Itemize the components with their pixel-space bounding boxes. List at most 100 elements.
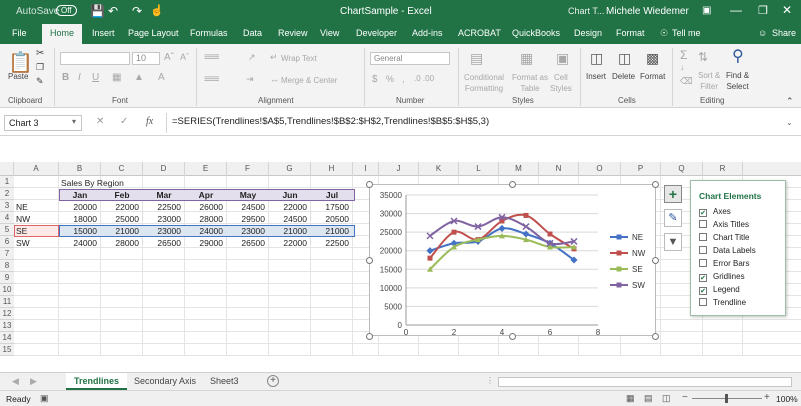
chart[interactable]: 0 5000 10000 15000 20000 25000 30000 35000 0 2 4 6 8… xyxy=(369,184,656,337)
column-header[interactable]: P xyxy=(621,162,661,176)
chart-element-option[interactable]: Data Labels xyxy=(699,246,756,255)
align-top-icon[interactable]: ≡≡≡ xyxy=(204,52,219,63)
select-all-corner[interactable] xyxy=(0,162,14,176)
collapse-ribbon-icon[interactable]: ⌃ xyxy=(786,96,794,107)
align-left-icon[interactable]: ≡≡≡ xyxy=(204,74,219,85)
autosave-toggle[interactable]: Off xyxy=(56,5,77,16)
header-cell[interactable]: Apr xyxy=(185,189,227,201)
paste-button[interactable]: Paste xyxy=(8,72,28,81)
grow-font-icon[interactable]: Aˆ xyxy=(164,52,174,63)
tab-page-layout[interactable]: Page Layout xyxy=(128,28,179,38)
chart-element-option[interactable]: Axis Titles xyxy=(699,220,749,229)
italic-icon[interactable]: I xyxy=(78,72,81,83)
row-header[interactable]: 5 xyxy=(0,224,14,236)
value-cell[interactable]: 25000 xyxy=(101,213,141,225)
checkbox[interactable]: ✔ xyxy=(699,274,707,282)
resize-handle[interactable] xyxy=(509,333,516,340)
value-cell[interactable]: 21000 xyxy=(311,225,351,237)
merge-center-button[interactable]: Merge & Center xyxy=(281,76,337,85)
format-cells-icon[interactable]: ▩ xyxy=(646,50,659,67)
indent-icon[interactable]: ⇥ xyxy=(246,74,254,85)
chart-element-option[interactable]: Chart Title xyxy=(699,233,749,242)
row-header[interactable]: 8 xyxy=(0,260,14,272)
row-header[interactable]: 12 xyxy=(0,308,14,320)
user-name[interactable]: Michele Wiedemer xyxy=(606,6,689,17)
find-select-icon[interactable]: ⚲ xyxy=(732,46,744,66)
format-cells-button[interactable]: Format xyxy=(640,72,665,81)
underline-icon[interactable]: U xyxy=(92,72,99,83)
redo-icon[interactable]: ↷ xyxy=(132,4,142,18)
resize-handle[interactable] xyxy=(652,181,659,188)
value-cell[interactable]: 28000 xyxy=(101,237,141,249)
value-cell[interactable]: 22000 xyxy=(101,201,141,213)
tab-data[interactable]: Data xyxy=(243,28,262,38)
value-cell[interactable]: 29000 xyxy=(185,237,225,249)
header-cell[interactable]: Feb xyxy=(101,189,143,201)
name-box[interactable]: Chart 3 xyxy=(4,115,82,131)
tab-acrobat[interactable]: ACROBAT xyxy=(458,28,501,38)
insert-cells-icon[interactable]: ◫ xyxy=(590,50,603,67)
checkbox[interactable]: ✔ xyxy=(699,287,707,295)
checkbox[interactable] xyxy=(699,298,707,306)
value-cell[interactable]: 21000 xyxy=(269,225,309,237)
value-cell[interactable]: 28000 xyxy=(185,213,225,225)
cancel-icon[interactable]: ✕ xyxy=(96,116,104,127)
value-cell[interactable]: 17500 xyxy=(311,201,351,213)
chart-filters-button[interactable]: ▼ xyxy=(664,233,682,251)
tab-formulas[interactable]: Formulas xyxy=(190,28,228,38)
comma-icon[interactable]: , xyxy=(402,74,405,84)
tab-review[interactable]: Review xyxy=(278,28,308,38)
format-as-table-button[interactable]: Format as Table xyxy=(512,72,548,94)
zoom-slider-thumb[interactable] xyxy=(725,394,728,403)
value-cell[interactable]: 18000 xyxy=(59,213,99,225)
row-header[interactable]: 15 xyxy=(0,344,14,356)
sort-filter-button[interactable]: Sort & Filter xyxy=(698,70,720,92)
row-header[interactable]: 2 xyxy=(0,188,14,200)
sheet-tab-trendlines[interactable]: Trendlines xyxy=(66,373,128,390)
close-icon[interactable]: ✕ xyxy=(782,3,792,17)
row-header[interactable]: 10 xyxy=(0,284,14,296)
resize-handle[interactable] xyxy=(366,257,373,264)
delete-cells-button[interactable]: Delete xyxy=(612,72,635,81)
checkbox[interactable] xyxy=(699,233,707,241)
font-name-box[interactable] xyxy=(60,52,130,65)
row-label-cell[interactable]: NW xyxy=(14,213,59,225)
share-icon[interactable]: ☺ xyxy=(758,28,767,38)
chart-element-option[interactable]: ✔ Gridlines xyxy=(699,272,745,282)
column-header[interactable]: L xyxy=(459,162,499,176)
share-button[interactable]: Share xyxy=(772,28,796,38)
column-header[interactable]: H xyxy=(311,162,353,176)
chart-element-option[interactable]: ✔ Legend xyxy=(699,285,740,295)
resize-handle[interactable] xyxy=(652,257,659,264)
header-cell[interactable]: Jun xyxy=(269,189,311,201)
column-header[interactable]: A xyxy=(14,162,59,176)
value-cell[interactable]: 15000 xyxy=(59,225,99,237)
resize-handle[interactable] xyxy=(366,181,373,188)
page-layout-view-icon[interactable]: ▤ xyxy=(644,393,653,404)
name-box-dropdown-icon[interactable]: ▾ xyxy=(72,117,76,126)
zoom-out-icon[interactable]: − xyxy=(682,392,688,403)
value-cell[interactable]: 23000 xyxy=(143,213,183,225)
tab-developer[interactable]: Developer xyxy=(356,28,397,38)
header-cell[interactable]: Mar xyxy=(143,189,185,201)
shrink-font-icon[interactable]: Aˇ xyxy=(180,52,189,62)
tab-format[interactable]: Format xyxy=(616,28,645,38)
header-cell[interactable]: May xyxy=(227,189,269,201)
prev-sheet-icon[interactable]: ◀ xyxy=(12,376,19,387)
column-header[interactable]: E xyxy=(185,162,227,176)
column-header[interactable]: M xyxy=(499,162,539,176)
column-header[interactable]: I xyxy=(353,162,379,176)
tab-design[interactable]: Design xyxy=(574,28,602,38)
clear-icon[interactable]: ⌫ xyxy=(680,76,693,87)
new-sheet-icon[interactable]: + xyxy=(267,375,279,387)
format-painter-icon[interactable]: ✎ xyxy=(36,76,44,87)
checkbox[interactable] xyxy=(699,259,707,267)
copy-icon[interactable]: ❐ xyxy=(36,62,44,73)
font-size-box[interactable]: 10 xyxy=(132,52,160,65)
value-cell[interactable]: 20500 xyxy=(311,213,351,225)
row-label-cell[interactable]: SE xyxy=(14,225,59,237)
tab-home[interactable]: Home xyxy=(42,24,83,44)
value-cell[interactable]: 26000 xyxy=(185,201,225,213)
header-cell[interactable]: Jul xyxy=(311,189,353,201)
normal-view-icon[interactable]: ▦ xyxy=(626,393,635,404)
